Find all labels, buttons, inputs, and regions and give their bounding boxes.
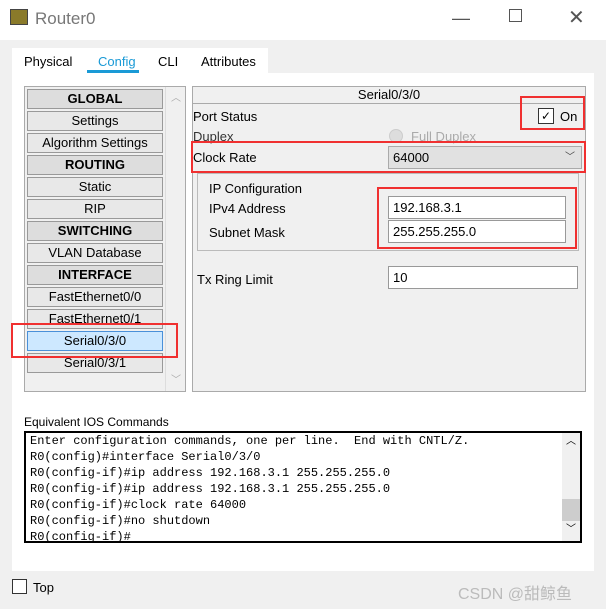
sidebar-item[interactable]: FastEthernet0/0	[27, 287, 163, 307]
scroll-down-icon[interactable]: ﹀	[566, 523, 576, 539]
sidebar-section-header: GLOBAL	[27, 89, 163, 109]
ipv4-label: IPv4 Address	[209, 201, 286, 216]
console-line: R0(config-if)#ip address 192.168.3.1 255…	[30, 482, 391, 496]
console-scrollbar[interactable]: ︿ ﹀	[562, 433, 580, 541]
tx-ring-limit-input[interactable]: 10	[388, 266, 578, 289]
maximize-icon[interactable]	[509, 9, 522, 22]
sidebar-section-header: ROUTING	[27, 155, 163, 175]
window-title: Router0	[35, 9, 96, 28]
sidebar-item[interactable]: Settings	[27, 111, 163, 131]
sidebar-item[interactable]: VLAN Database	[27, 243, 163, 263]
sidebar-section-header: SWITCHING	[27, 221, 163, 241]
tab-physical[interactable]: Physical	[24, 54, 72, 69]
minimize-icon[interactable]: —	[452, 8, 470, 29]
console-line: R0(config-if)#clock rate 64000	[30, 498, 247, 512]
port-status-label: Port Status	[193, 109, 258, 124]
highlight-clock-rate	[191, 141, 586, 173]
ios-commands-label: Equivalent IOS Commands	[24, 415, 169, 429]
sidebar-item[interactable]: RIP	[27, 199, 163, 219]
scroll-down-icon[interactable]: ﹀	[171, 371, 181, 386]
sidebar-item[interactable]: Algorithm Settings	[27, 133, 163, 153]
sidebar-item[interactable]: Static	[27, 177, 163, 197]
top-checkbox[interactable]	[12, 579, 27, 594]
subnet-mask-label: Subnet Mask	[209, 225, 285, 240]
sidebar-section-header: INTERFACE	[27, 265, 163, 285]
tab-config[interactable]: Config	[98, 54, 136, 69]
console-line: R0(config)#interface Serial0/3/0	[30, 450, 261, 464]
scroll-up-icon[interactable]: ︿	[171, 89, 181, 104]
highlight-serial-item	[11, 323, 178, 358]
console-line: R0(config-if)#no shutdown	[30, 514, 211, 528]
watermark: CSDN @甜鲸鱼	[458, 586, 573, 603]
scroll-thumb[interactable]	[562, 499, 580, 521]
console-line: Enter configuration commands, one per li…	[30, 434, 470, 448]
highlight-port-status	[520, 96, 585, 130]
console-line: R0(config-if)#ip address 192.168.3.1 255…	[30, 466, 391, 480]
top-label: Top	[33, 580, 54, 595]
close-icon[interactable]: ✕	[568, 5, 585, 30]
ios-commands-console[interactable]: Enter configuration commands, one per li…	[24, 431, 582, 544]
scroll-up-icon[interactable]: ︿	[566, 435, 576, 451]
tab-attributes[interactable]: Attributes	[201, 54, 256, 69]
router-app-icon	[10, 9, 28, 25]
tx-ring-limit-label: Tx Ring Limit	[197, 272, 273, 287]
title-bar: Router0 — ✕	[0, 0, 606, 40]
console-line: R0(config-if)#	[30, 530, 131, 544]
ip-configuration-label: IP Configuration	[209, 181, 302, 196]
highlight-ip-fields	[377, 187, 577, 249]
tab-cli[interactable]: CLI	[158, 54, 178, 69]
